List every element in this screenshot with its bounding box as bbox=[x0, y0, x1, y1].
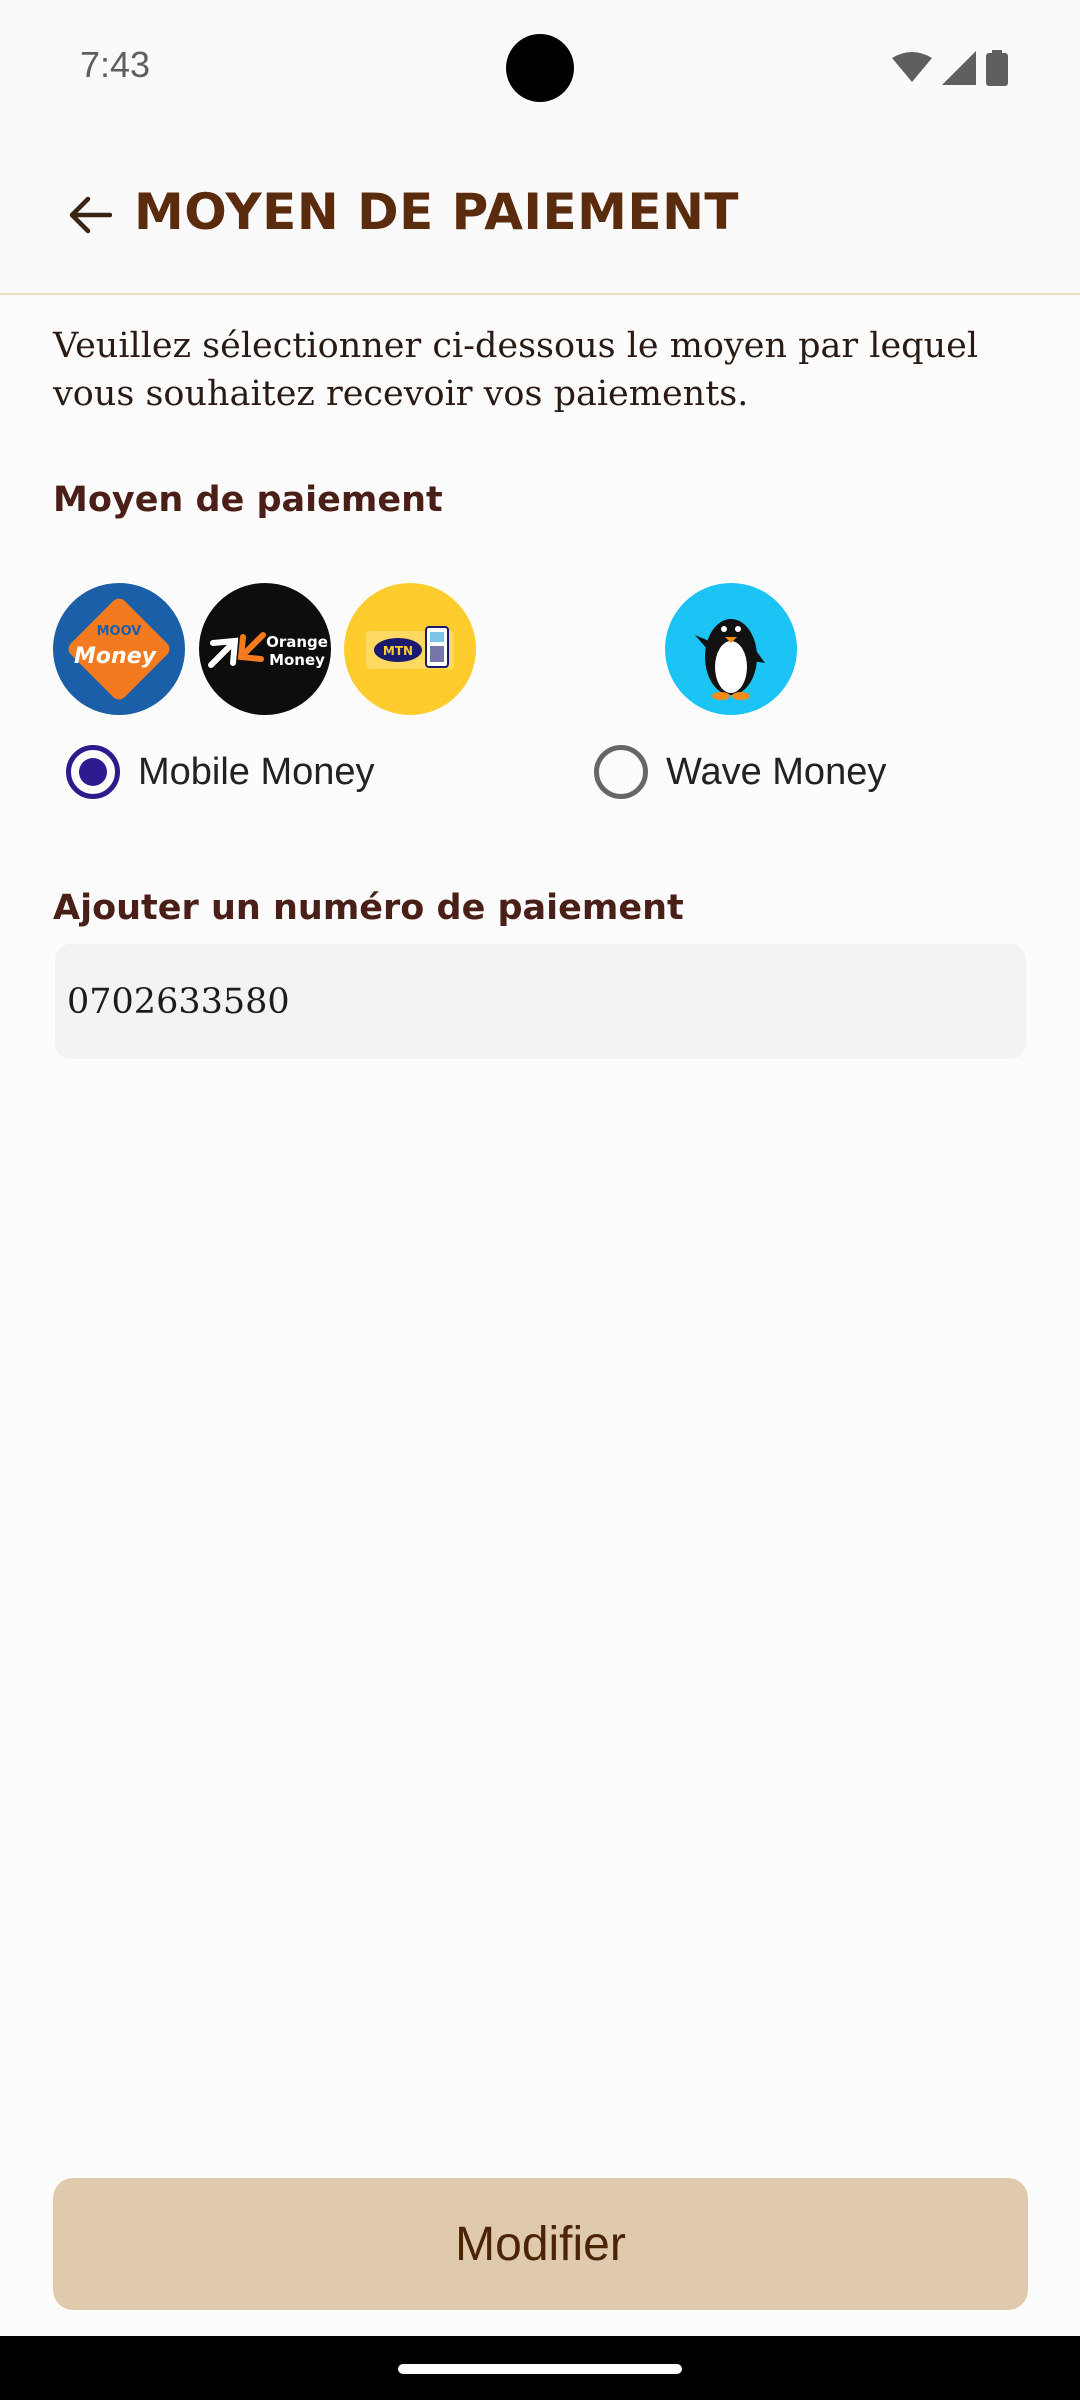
app-header: MOYEN DE PAIEMENT bbox=[0, 135, 1080, 295]
modify-button[interactable]: Modifier bbox=[53, 2178, 1028, 2310]
moov-logo-line2: Money bbox=[74, 644, 158, 669]
arrow-back-icon bbox=[69, 196, 112, 234]
payment-number-field[interactable]: 0702633580 bbox=[55, 944, 1026, 1059]
signal-icon bbox=[942, 51, 976, 85]
payment-number-label: Ajouter un numéro de paiement bbox=[53, 888, 684, 928]
orange-logo-line1: Orange bbox=[266, 633, 328, 651]
mobile-money-option[interactable]: Mobile Money bbox=[66, 740, 375, 804]
status-icons bbox=[892, 50, 1008, 86]
camera-cutout bbox=[506, 34, 574, 102]
wifi-icon bbox=[892, 52, 932, 82]
orange-money-logo: Orange Money bbox=[199, 583, 331, 715]
battery-icon bbox=[986, 50, 1008, 86]
radio-selected-dot bbox=[79, 758, 107, 786]
mtn-logo: MTN bbox=[344, 583, 476, 715]
page-title: MOYEN DE PAIEMENT bbox=[134, 183, 740, 241]
mobile-money-label: Mobile Money bbox=[138, 750, 375, 793]
penguin-icon bbox=[695, 619, 765, 700]
wave-money-logo bbox=[665, 583, 797, 715]
mobile-money-radio[interactable] bbox=[66, 745, 120, 799]
status-time: 7:43 bbox=[80, 44, 151, 85]
wave-money-radio[interactable] bbox=[594, 745, 648, 799]
intro-text: Veuillez sélectionner ci-dessous le moye… bbox=[53, 326, 979, 414]
payment-method-label: Moyen de paiement bbox=[53, 480, 443, 520]
moov-money-logo: MOOV Money bbox=[53, 583, 185, 715]
wave-money-label: Wave Money bbox=[666, 750, 887, 793]
moov-logo-line1: MOOV bbox=[97, 624, 142, 639]
status-bar: 7:43 bbox=[0, 0, 1080, 135]
wave-money-option[interactable]: Wave Money bbox=[594, 740, 886, 804]
home-indicator[interactable] bbox=[398, 2364, 682, 2374]
mtn-logo-text: MTN bbox=[383, 644, 413, 658]
back-button[interactable] bbox=[60, 185, 120, 245]
orange-logo-line2: Money bbox=[269, 651, 325, 669]
